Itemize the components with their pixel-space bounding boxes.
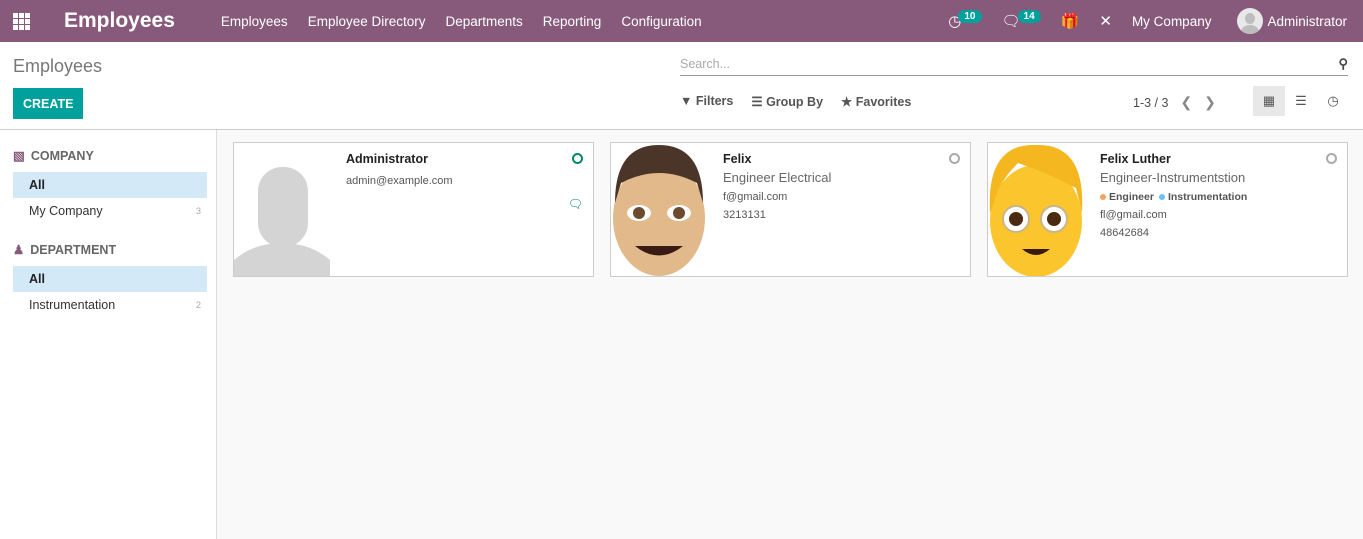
tag-label: Engineer — [1109, 191, 1154, 203]
pager: 1-3 / 3 ❮ ❯ — [1133, 94, 1216, 111]
man-emoji-avatar-icon — [613, 145, 705, 276]
search-icon[interactable]: ⚲ — [1338, 56, 1348, 72]
favorites-button[interactable]: ★ Favorites — [841, 94, 911, 109]
list-icon: ☰ — [1295, 93, 1307, 108]
department-section-title: DEPARTMENT — [30, 242, 117, 257]
employee-job-title: Engineer-Instrumentstion — [1100, 170, 1246, 185]
gift-icon: 🎁 — [1060, 13, 1080, 30]
tag-color-dot — [1100, 194, 1106, 200]
kanban-icon: ▦ — [1262, 93, 1276, 108]
kanban-view: Administrator admin@example.com 🗨 Felix … — [233, 142, 1348, 277]
app-brand: Employees — [64, 9, 175, 32]
activities-button[interactable]: ◷ 10 — [948, 9, 982, 30]
department-filter-instrumentation[interactable]: Instrumentation 2 — [13, 292, 207, 318]
placeholder-avatar-icon — [234, 143, 330, 276]
user-menu[interactable]: Administrator — [1237, 8, 1347, 34]
pager-previous-icon[interactable]: ❮ — [1180, 94, 1192, 111]
building-icon: ▧ — [13, 149, 25, 163]
groupby-label: Group By — [766, 95, 824, 109]
filter-label: Instrumentation — [29, 298, 116, 312]
filters-label: Filters — [695, 94, 734, 108]
grid-icon — [12, 12, 30, 30]
menu-reporting[interactable]: Reporting — [533, 14, 612, 29]
page-title: Employees — [13, 56, 103, 76]
tag-engineer: Engineer — [1100, 191, 1154, 203]
company-section-header: ▧ COMPANY — [13, 148, 216, 164]
employee-card[interactable]: Administrator admin@example.com 🗨 — [233, 142, 594, 277]
list-view-button[interactable]: ☰ — [1285, 86, 1317, 116]
employee-email: admin@example.com — [346, 175, 453, 187]
employee-name: Felix Luther — [1100, 152, 1171, 166]
employee-phone: 48642684 — [1100, 227, 1149, 239]
user-name: Administrator — [1267, 13, 1347, 29]
control-panel: Employees CREATE ⚲ ▼ Filters ☰ Group By … — [0, 42, 1363, 130]
chat-icon[interactable]: 🗨 — [568, 197, 583, 211]
activities-badge: 10 — [958, 9, 982, 23]
filters-button[interactable]: ▼ Filters — [680, 94, 733, 109]
company-filter-my-company[interactable]: My Company 3 — [13, 198, 207, 224]
kanban-view-button[interactable]: ▦ — [1253, 86, 1285, 116]
users-icon: ♟ — [13, 243, 25, 257]
search-input[interactable] — [680, 56, 1339, 71]
menu-employee-directory[interactable]: Employee Directory — [298, 14, 436, 29]
employee-phone: 3213131 — [723, 209, 766, 221]
pager-next-icon[interactable]: ❯ — [1204, 94, 1216, 111]
main-menu: Employees Employee Directory Departments… — [211, 14, 712, 29]
filter-icon: ▼ — [680, 94, 693, 108]
user-avatar — [1237, 8, 1264, 34]
gift-button[interactable]: 🎁 — [1061, 12, 1080, 30]
tag-label: Instrumentation — [1167, 191, 1248, 203]
clock-icon: ◷ — [1327, 93, 1339, 108]
person-emoji-avatar-icon — [989, 144, 1083, 276]
department-section-header: ♟ DEPARTMENT — [13, 242, 216, 258]
menu-employees[interactable]: Employees — [211, 14, 298, 29]
company-filter-all[interactable]: All — [13, 172, 207, 198]
employee-tags: Engineer Instrumentation — [1100, 191, 1327, 203]
company-switcher[interactable]: My Company — [1132, 14, 1212, 29]
star-icon: ★ — [841, 95, 853, 109]
department-filter-all[interactable]: All — [13, 266, 207, 292]
employee-name: Administrator — [346, 152, 428, 166]
filter-label: All — [29, 272, 45, 286]
presence-offline-icon — [949, 153, 960, 164]
tag-color-dot — [1158, 194, 1165, 200]
employee-name: Felix — [723, 152, 752, 166]
menu-departments[interactable]: Departments — [435, 14, 532, 29]
messages-button[interactable]: 🗨 14 — [1002, 9, 1041, 30]
employee-email: fl@gmail.com — [1100, 209, 1167, 221]
employee-job-title: Engineer Electrical — [723, 170, 832, 185]
pager-value[interactable]: 1-3 / 3 — [1133, 96, 1168, 110]
employee-card[interactable]: Felix Engineer Electrical f@gmail.com 32… — [610, 142, 971, 277]
search-bar: ⚲ — [680, 52, 1348, 76]
groupby-button[interactable]: ☰ Group By — [751, 94, 823, 109]
systray: ◷ 10 🗨 14 🎁 ✕ My Company Administrator — [948, 0, 1363, 42]
presence-online-icon — [572, 153, 583, 164]
employee-email: f@gmail.com — [723, 191, 788, 203]
apps-menu-button[interactable] — [0, 0, 42, 42]
employee-photo — [611, 143, 707, 276]
messages-badge: 14 — [1017, 9, 1041, 23]
filter-count: 2 — [195, 300, 201, 310]
view-switcher: ▦ ☰ ◷ — [1253, 86, 1349, 116]
debug-tools-button[interactable]: ✕ — [1099, 12, 1112, 30]
favorites-label: Favorites — [855, 95, 912, 109]
create-button[interactable]: CREATE — [13, 88, 84, 119]
employee-photo — [234, 143, 330, 276]
top-navbar: Employees Employees Employee Directory D… — [0, 0, 1363, 42]
employee-photo — [988, 143, 1084, 276]
filter-label: All — [29, 178, 45, 192]
filter-count: 3 — [195, 206, 201, 216]
tools-icon: ✕ — [1099, 13, 1112, 30]
employee-card[interactable]: Felix Luther Engineer-Instrumentstion En… — [987, 142, 1348, 277]
presence-offline-icon — [1326, 153, 1337, 164]
company-section-title: COMPANY — [30, 148, 94, 163]
bars-icon: ☰ — [751, 95, 763, 109]
search-panel: ▧ COMPANY All My Company 3 ♟ DEPARTMENT All… — [0, 130, 217, 539]
filter-label: My Company — [29, 204, 103, 218]
activity-view-button[interactable]: ◷ — [1317, 86, 1349, 116]
menu-configuration[interactable]: Configuration — [611, 14, 711, 29]
tag-instrumentation: Instrumentation — [1158, 191, 1248, 203]
search-options: ▼ Filters ☰ Group By ★ Favorites — [680, 94, 911, 109]
